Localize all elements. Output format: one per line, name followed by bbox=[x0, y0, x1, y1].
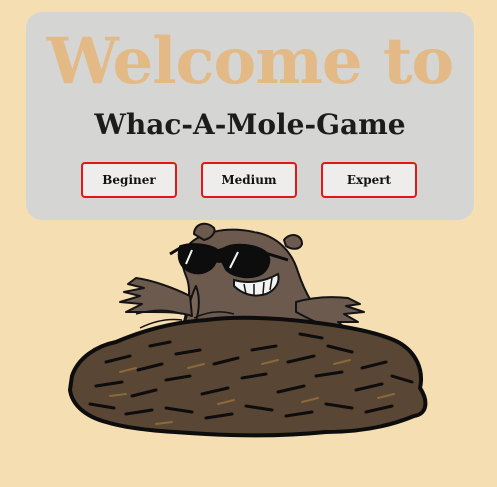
expert-button[interactable]: Expert bbox=[321, 162, 417, 198]
mole-illustration bbox=[67, 222, 428, 438]
medium-button[interactable]: Medium bbox=[201, 162, 297, 198]
welcome-heading: Welcome to bbox=[46, 24, 454, 99]
game-title: Whac-A-Mole-Game bbox=[94, 108, 406, 141]
dirt-mound bbox=[67, 315, 428, 438]
beginner-button[interactable]: Beginer bbox=[81, 162, 177, 198]
welcome-panel: Welcome to Whac-A-Mole-Game Beginer Medi… bbox=[26, 12, 474, 220]
